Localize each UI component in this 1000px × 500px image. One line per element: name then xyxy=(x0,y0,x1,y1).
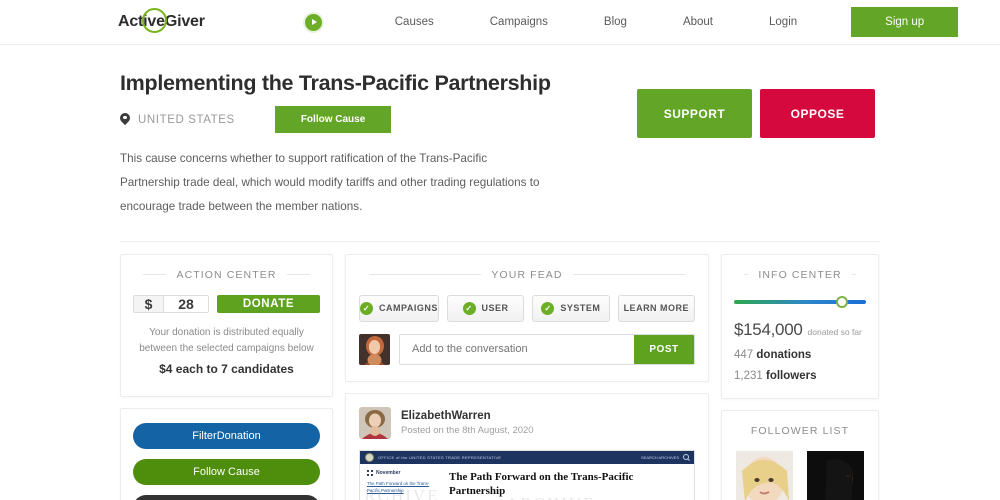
compose-box[interactable]: POST xyxy=(399,333,695,365)
embed-sidebar-link[interactable]: The Path Forward on the Trans-Pacific Pa… xyxy=(367,481,441,495)
currency-symbol: $ xyxy=(134,295,164,312)
feed-title: YOUR FEAD xyxy=(359,269,695,281)
donations-stat: 447 donations xyxy=(734,349,866,361)
left-column: ACTION CENTER $ DONATE Your donation is … xyxy=(120,253,333,500)
logo-ring-icon xyxy=(142,8,167,33)
follower-item[interactable]: Sandra Howard xyxy=(736,450,793,500)
compose-row: POST xyxy=(359,333,695,365)
nav-item-causes[interactable]: Causes xyxy=(367,16,462,28)
donation-amount-input[interactable] xyxy=(164,295,208,312)
nav-item-blog[interactable]: Blog xyxy=(576,16,655,28)
embed-sidebar-heading: November xyxy=(367,469,441,476)
embed-search-label: SEARCH ARCHIVES xyxy=(640,454,679,460)
embed-main: The Path Forward on the Trans-Pacific Pa… xyxy=(449,470,687,500)
follower-avatar xyxy=(807,450,864,500)
follower-avatar xyxy=(736,450,793,500)
follower-list-panel: FOLLOWER LIST Sandra Howard xyxy=(721,409,879,500)
embed-site-name: OFFICE of the UNITED STATES TRADE REPRES… xyxy=(378,454,502,460)
site-logo[interactable]: ActiveGiver xyxy=(118,8,205,33)
oppose-button[interactable]: OPPOSE xyxy=(760,89,875,138)
cause-location: UNITED STATES xyxy=(138,113,235,126)
feed-panel: YOUR FEAD ✓ CAMPAIGNS ✓ USER ✓ SYSTEM LE… xyxy=(345,253,709,382)
distribution-note: Your donation is distributed equally bet… xyxy=(133,325,320,380)
action-center-title: ACTION CENTER xyxy=(133,269,320,281)
verdict-buttons: SUPPORT OPPOSE xyxy=(637,89,875,138)
post-button[interactable]: POST xyxy=(634,334,694,364)
cause-hero: Implementing the Trans-Pacific Partnersh… xyxy=(0,45,1000,219)
donated-amount-caption: donated so far xyxy=(807,326,862,337)
donation-amount-field[interactable]: $ xyxy=(133,294,209,313)
follower-item[interactable]: Sinha Headra xyxy=(807,450,864,500)
embed-sidebar-heading-text: November xyxy=(376,469,401,476)
chip-user-label: USER xyxy=(481,303,509,314)
donated-amount-line: $154,000 donated so far xyxy=(734,320,866,340)
support-button[interactable]: SUPPORT xyxy=(637,89,752,138)
learn-more-pill-button[interactable]: Learn More xyxy=(133,494,320,500)
main-navigation: Causes Campaigns Blog About Login Sign u… xyxy=(304,7,959,37)
post-embedded-article[interactable]: OFFICE of the UNITED STATES TRADE REPRES… xyxy=(359,449,695,500)
distribution-summary: $4 each to 7 candidates xyxy=(159,361,294,376)
nav-item-campaigns[interactable]: Campaigns xyxy=(462,16,576,28)
embed-site-bar: OFFICE of the UNITED STATES TRADE REPRES… xyxy=(360,450,694,464)
donate-button[interactable]: DONATE xyxy=(217,294,320,313)
feed-filter-chips: ✓ CAMPAIGNS ✓ USER ✓ SYSTEM LEARN MORE xyxy=(359,294,696,322)
post-header: ElizabethWarren Posted on the 8th August… xyxy=(359,406,695,439)
post-author-name: ElizabethWarren xyxy=(401,409,491,422)
embed-search[interactable]: SEARCH ARCHIVES xyxy=(640,454,689,461)
feed-post: ElizabethWarren Posted on the 8th August… xyxy=(345,392,709,500)
current-user-avatar xyxy=(359,333,390,365)
magnifier-icon xyxy=(683,454,689,461)
chip-campaigns[interactable]: ✓ CAMPAIGNS xyxy=(359,294,439,322)
info-center-title: INFO CENTER xyxy=(734,269,866,281)
content-columns: ACTION CENTER $ DONATE Your donation is … xyxy=(0,242,1000,500)
play-circle-icon[interactable] xyxy=(304,13,322,31)
follower-grid: Sandra Howard Sinha Headra xyxy=(734,450,866,500)
nav-item-login[interactable]: Login xyxy=(741,16,825,28)
embed-sidebar: November The Path Forward on the Trans-P… xyxy=(367,469,441,500)
embed-body: ARCHIVE ARCHIVE ARCHIVE ARCHIVE ARCHIVE … xyxy=(360,464,694,500)
sign-up-button[interactable]: Sign up xyxy=(851,7,959,37)
compose-input[interactable] xyxy=(400,334,634,364)
check-icon: ✓ xyxy=(360,301,373,315)
donations-label: donations xyxy=(756,348,812,361)
info-center-panel: INFO CENTER $154,000 donated so far 447 … xyxy=(721,253,879,399)
distribution-text: Your donation is distributed equally bet… xyxy=(139,326,314,355)
chip-learn-more[interactable]: LEARN MORE xyxy=(617,294,696,322)
chip-system-label: SYSTEM xyxy=(560,303,601,314)
check-icon: ✓ xyxy=(462,301,476,315)
map-pin-icon xyxy=(120,113,130,127)
followers-stat: 1,231 followers xyxy=(734,370,866,382)
embed-article-title: The Path Forward on the Trans-Pacific Pa… xyxy=(449,470,634,498)
action-center-panel: ACTION CENTER $ DONATE Your donation is … xyxy=(120,253,333,397)
right-column: INFO CENTER $154,000 donated so far 447 … xyxy=(721,253,879,500)
followers-count: 1,231 xyxy=(734,369,763,382)
donation-row: $ DONATE xyxy=(133,294,320,313)
followers-label: followers xyxy=(765,369,817,382)
post-date: Posted on the 8th August, 2020 xyxy=(401,424,534,436)
chip-user[interactable]: ✓ USER xyxy=(446,294,525,322)
post-author-avatar[interactable] xyxy=(359,406,391,439)
chip-campaigns-label: CAMPAIGNS xyxy=(379,303,438,314)
donated-amount: $154,000 xyxy=(734,319,803,339)
ustr-seal-icon xyxy=(365,452,374,462)
chip-learn-more-label: LEARN MORE xyxy=(623,303,690,314)
cause-description: This cause concerns whether to support r… xyxy=(120,152,540,213)
action-links-panel: FilterDonation Follow Cause Learn More xyxy=(120,407,333,500)
filter-donation-button[interactable]: FilterDonation xyxy=(133,422,320,449)
follow-cause-pill-button[interactable]: Follow Cause xyxy=(133,458,320,485)
chip-system[interactable]: ✓ SYSTEM xyxy=(532,294,610,322)
check-icon: ✓ xyxy=(541,301,555,315)
follow-cause-button[interactable]: Follow Cause xyxy=(274,106,392,133)
slider-knob[interactable] xyxy=(835,295,848,308)
donations-count: 447 xyxy=(734,348,754,361)
follower-list-title: FOLLOWER LIST xyxy=(734,425,866,437)
center-column: YOUR FEAD ✓ CAMPAIGNS ✓ USER ✓ SYSTEM LE… xyxy=(345,253,709,500)
grid-icon xyxy=(367,469,373,476)
site-header: ActiveGiver Causes Campaigns Blog About … xyxy=(0,0,1000,45)
nav-item-about[interactable]: About xyxy=(655,16,741,28)
donation-progress-slider[interactable] xyxy=(734,295,866,308)
